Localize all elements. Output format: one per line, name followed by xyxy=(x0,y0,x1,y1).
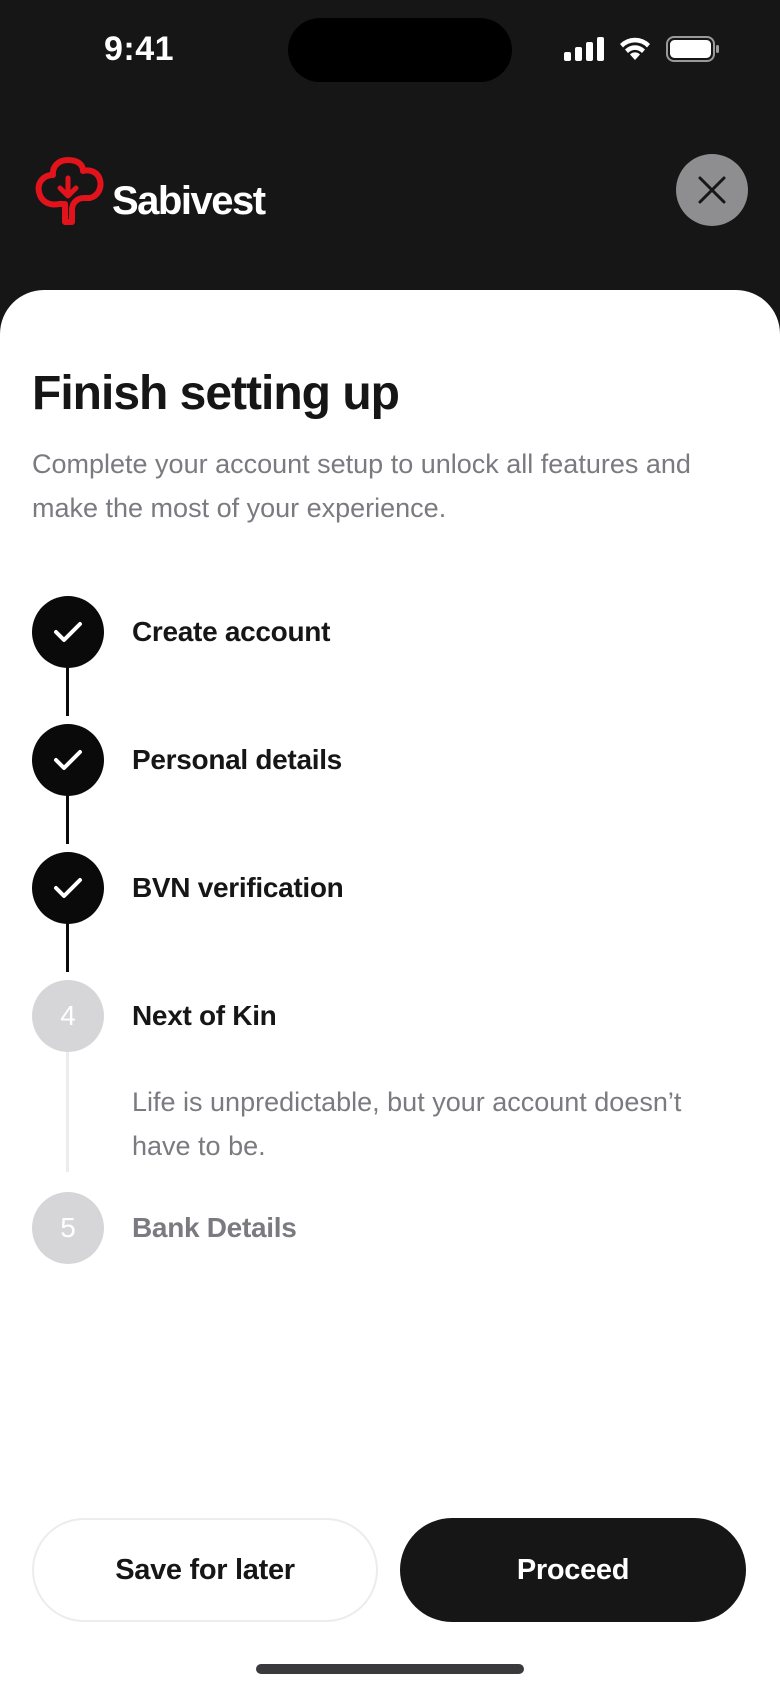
page-title: Finish setting up xyxy=(32,367,400,420)
step-3-indicator xyxy=(32,852,104,924)
step-2-indicator xyxy=(32,724,104,796)
proceed-button[interactable]: Proceed xyxy=(400,1518,746,1622)
status-icons xyxy=(564,36,720,62)
brand: Sabivest xyxy=(32,154,266,226)
step-4-label[interactable]: Next of Kin xyxy=(132,1000,277,1032)
wifi-icon xyxy=(620,37,650,60)
step-1-label[interactable]: Create account xyxy=(132,616,330,648)
battery-icon xyxy=(666,36,719,62)
page-subtitle: Complete your account setup to unlock al… xyxy=(32,449,691,523)
home-indicator xyxy=(256,1664,524,1674)
step-5-label[interactable]: Bank Details xyxy=(132,1212,297,1244)
close-button[interactable] xyxy=(676,154,748,226)
step-3-label[interactable]: BVN verification xyxy=(132,872,344,904)
step-5-indicator: 5 xyxy=(32,1192,104,1264)
brand-name: Sabivest xyxy=(112,178,266,223)
step-4-description: Life is unpredictable, but your account … xyxy=(132,1087,682,1161)
save-for-later-button[interactable]: Save for later xyxy=(32,1518,378,1622)
status-bar: 9:41 xyxy=(0,0,780,110)
step-2-label[interactable]: Personal details xyxy=(132,744,342,776)
step-1-indicator xyxy=(32,596,104,668)
check-icon xyxy=(54,622,82,642)
setup-sheet: Finish setting up Complete your account … xyxy=(0,290,780,1688)
cellular-signal-icon xyxy=(564,37,604,61)
check-icon xyxy=(54,878,82,898)
app-header: Sabivest xyxy=(0,110,780,290)
step-4-indicator: 4 xyxy=(32,980,104,1052)
check-icon xyxy=(54,750,82,770)
status-time: 9:41 xyxy=(104,30,175,68)
dynamic-island xyxy=(288,18,512,82)
close-icon xyxy=(698,176,726,204)
sabivest-logo-icon xyxy=(35,157,104,225)
